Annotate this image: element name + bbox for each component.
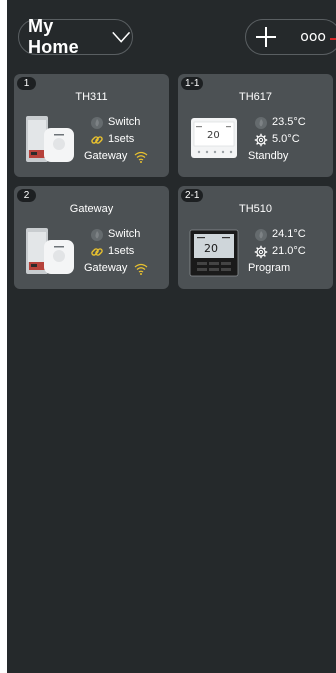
link-icon (91, 247, 103, 256)
svg-text:20: 20 (204, 242, 218, 255)
device-info: 23.5°C 5.0°C Standby (248, 114, 306, 165)
boiler-gateway-image (26, 116, 74, 162)
gear-icon (254, 245, 268, 258)
zone-badge: 2-1 (181, 189, 204, 202)
chevron-down-icon (111, 31, 130, 43)
device-card-th617[interactable]: 1-1 TH617 20 23.5°C 5.0°C Standby (178, 74, 333, 177)
device-title: Gateway (69, 203, 114, 215)
boiler-gateway-image (26, 228, 74, 274)
svg-text:20: 20 (207, 130, 220, 141)
device-title: TH311 (75, 91, 108, 103)
paired-count: 1sets (108, 245, 135, 257)
zone-badge: 1 (17, 77, 36, 90)
room-temperature: 24.1°C (272, 228, 306, 240)
zone-badge: 2 (17, 189, 36, 202)
gateway-label: Gateway (84, 150, 128, 162)
gear-icon (254, 133, 268, 146)
room-temperature: 23.5°C (272, 116, 306, 128)
flame-icon (91, 116, 103, 129)
status-text: Switch (108, 228, 141, 240)
device-title: TH617 (238, 91, 273, 103)
device-card-gateway[interactable]: 2 Gateway Switch 1sets Gateway (14, 186, 169, 289)
mode-text: Standby (248, 150, 289, 162)
thermostat-black-image: 20 (189, 229, 239, 277)
device-title: TH510 (238, 203, 273, 215)
flame-icon (91, 228, 103, 241)
device-card-th311[interactable]: 1 TH311 Switch 1sets Gateway (14, 74, 169, 177)
setpoint-temperature: 5.0°C (272, 133, 300, 145)
paired-count: 1sets (108, 133, 135, 145)
flame-icon (255, 116, 267, 129)
mode-text: Program (248, 262, 291, 274)
app-screen: My Home ooo 1 TH311 Switch 1sets Gateway… (7, 0, 336, 673)
gateway-label: Gateway (84, 262, 128, 274)
more-options-icon[interactable]: ooo (300, 29, 326, 45)
home-title: My Home (28, 16, 79, 57)
wifi-icon (135, 151, 148, 163)
add-device-icon[interactable] (256, 27, 276, 47)
device-card-th510[interactable]: 2-1 TH510 20 24.1°C 21.0°C Program (178, 186, 333, 289)
device-info: Switch 1sets Gateway (84, 114, 154, 165)
status-text: Switch (108, 116, 141, 128)
device-info: Switch 1sets Gateway (84, 226, 154, 277)
thermostat-white-image: 20 (191, 118, 237, 158)
link-icon (91, 135, 103, 144)
home-selector[interactable]: My Home (18, 16, 133, 57)
setpoint-temperature: 21.0°C (272, 245, 306, 257)
wifi-icon (135, 263, 148, 275)
zone-badge: 1-1 (181, 77, 204, 90)
actions-group: ooo (245, 19, 336, 55)
flame-icon (255, 228, 267, 241)
alert-indicator (330, 38, 336, 40)
device-info: 24.1°C 21.0°C Program (248, 226, 306, 277)
